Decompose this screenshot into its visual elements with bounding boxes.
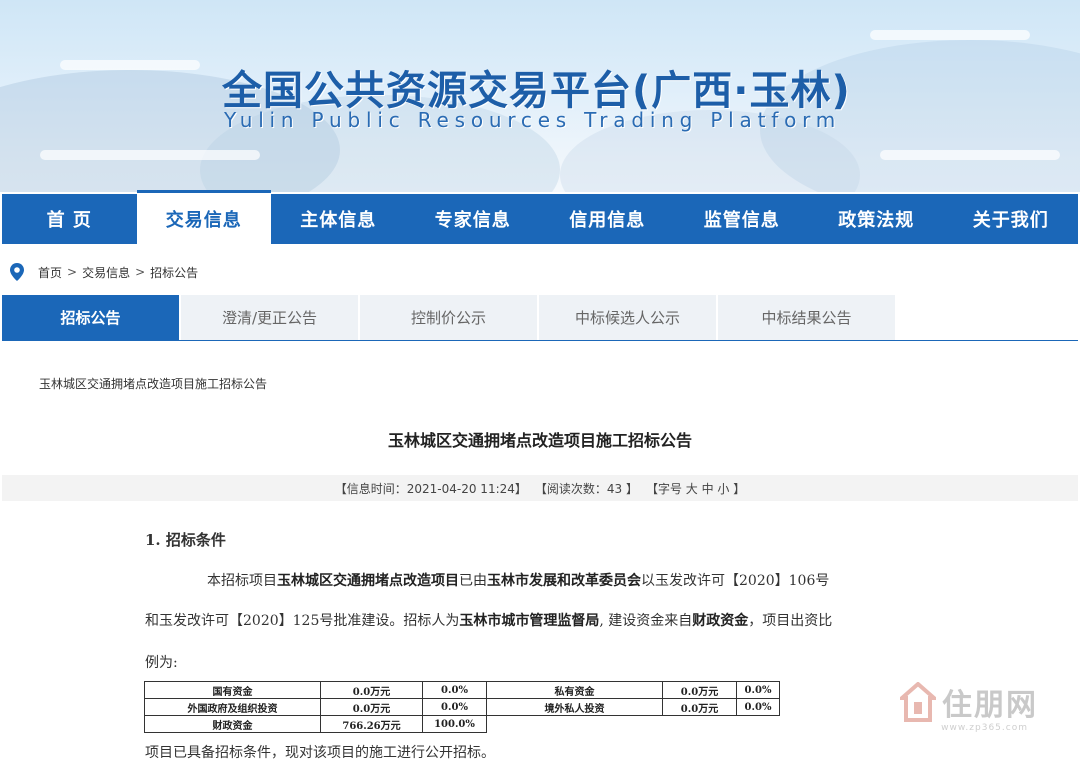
nav-item-home[interactable]: 首 页	[2, 194, 137, 244]
cloud-decoration	[40, 150, 260, 160]
category-tabs: 招标公告 澄清/更正公告 控制价公示 中标候选人公示 中标结果公告	[2, 295, 1078, 341]
paragraph: 项目已具备招标条件，现对该项目的施工进行公开招标。	[145, 745, 495, 761]
nav-item-credit-info[interactable]: 信用信息	[540, 194, 675, 244]
table-cell-empty	[487, 716, 663, 733]
article-views: 【阅读次数：43 】	[534, 481, 638, 496]
table-cell: 财政资金	[144, 715, 321, 733]
nav-item-policy[interactable]: 政策法规	[809, 194, 944, 244]
watermark-text: 住朋网	[942, 688, 1038, 723]
paragraph: 例为:	[145, 655, 178, 671]
font-size-switcher[interactable]: 【字号 大 中 小 】	[646, 480, 745, 497]
cloud-decoration	[870, 30, 1030, 40]
para-text: 和玉发改许可【2020】125号批准建设。招标人为	[145, 613, 460, 629]
breadcrumb: 首页 > 交易信息 > 招标公告	[10, 261, 198, 283]
table-cell: 0.0万元	[320, 681, 423, 699]
article-time: 【信息时间：2021-04-20 11:24】	[334, 481, 527, 496]
table-cell: 0.0万元	[662, 681, 737, 699]
table-row: 国有资金 0.0万元 0.0% 私有资金 0.0万元 0.0%	[144, 681, 780, 699]
tab-award-result[interactable]: 中标结果公告	[718, 295, 895, 340]
table-cell: 0.0万元	[320, 698, 423, 716]
main-nav: 首 页 交易信息 主体信息 专家信息 信用信息 监管信息 政策法规 关于我们	[2, 190, 1079, 244]
paragraph: 本招标项目玉林城区交通拥堵点改造项目已由玉林市发展和改革委员会以玉发改许可【20…	[145, 570, 945, 590]
tab-tender-notice[interactable]: 招标公告	[2, 295, 179, 340]
tab-control-price[interactable]: 控制价公示	[360, 295, 537, 340]
location-pin-icon	[10, 263, 24, 281]
table-cell: 0.0%	[422, 698, 487, 716]
para-text: ，项目出资比	[748, 613, 833, 629]
nav-item-about[interactable]: 关于我们	[944, 194, 1079, 244]
table-cell: 境外私人投资	[486, 698, 663, 716]
nav-item-supervision-info[interactable]: 监管信息	[675, 194, 810, 244]
table-cell-empty	[663, 716, 737, 733]
fund-table: 国有资金 0.0万元 0.0% 私有资金 0.0万元 0.0% 外国政府及组织投…	[144, 681, 780, 733]
article-meta-bar: 【信息时间：2021-04-20 11:24】 【阅读次数：43 】 【字号 大…	[2, 475, 1078, 501]
table-cell: 0.0%	[422, 681, 487, 699]
site-banner: 全国公共资源交易平台(广西·玉林) Yulin Public Resources…	[0, 0, 1080, 192]
nav-item-trade-info[interactable]: 交易信息	[136, 190, 271, 244]
cloud-decoration	[880, 150, 1060, 160]
table-cell: 0.0%	[736, 681, 780, 699]
para-text: 已由	[459, 573, 487, 589]
tab-candidate-notice[interactable]: 中标候选人公示	[539, 295, 716, 340]
table-row: 外国政府及组织投资 0.0万元 0.0% 境外私人投资 0.0万元 0.0%	[144, 698, 780, 716]
para-text: , 建设资金来自	[599, 613, 693, 629]
para-bold: 玉林市城市管理监督局	[459, 613, 600, 629]
table-cell: 私有资金	[486, 681, 663, 699]
table-cell: 100.0%	[422, 715, 487, 733]
section-heading: 1. 招标条件	[145, 531, 226, 549]
table-cell: 外国政府及组织投资	[144, 698, 321, 716]
nav-item-entity-info[interactable]: 主体信息	[271, 194, 406, 244]
para-bold: 玉林市发展和改革委员会	[487, 573, 641, 589]
para-bold: 玉林城区交通拥堵点改造项目	[277, 573, 459, 589]
table-cell: 0.0%	[736, 698, 780, 716]
breadcrumb-home[interactable]: 首页	[38, 264, 62, 281]
table-row: 财政资金 766.26万元 100.0%	[144, 715, 780, 733]
para-text: 本招标项目	[207, 573, 277, 589]
table-cell-empty	[737, 716, 780, 733]
cloud-decoration	[60, 60, 200, 70]
breadcrumb-trade-info[interactable]: 交易信息	[82, 264, 130, 281]
tab-clarification[interactable]: 澄清/更正公告	[181, 295, 358, 340]
house-logo-icon	[896, 681, 940, 722]
paragraph: 和玉发改许可【2020】125号批准建设。招标人为玉林市城市管理监督局, 建设资…	[145, 610, 945, 630]
table-cell: 国有资金	[144, 681, 321, 699]
breadcrumb-separator: >	[135, 265, 146, 279]
article-title: 玉林城区交通拥堵点改造项目施工招标公告	[387, 431, 692, 450]
article-list-label: 玉林城区交通拥堵点改造项目施工招标公告	[39, 377, 268, 391]
breadcrumb-separator: >	[67, 265, 78, 279]
nav-item-expert-info[interactable]: 专家信息	[406, 194, 541, 244]
watermark-logo: 住朋网	[896, 680, 1038, 724]
table-cell: 0.0万元	[662, 698, 737, 716]
table-cell: 766.26万元	[320, 715, 423, 733]
para-bold: 财政资金	[692, 613, 749, 629]
site-subtitle: Yulin Public Resources Trading Platform	[224, 108, 842, 132]
watermark-url: www.zp365.com	[941, 723, 1028, 733]
breadcrumb-current[interactable]: 招标公告	[150, 264, 198, 281]
para-text: 以玉发改许可【2020】106号	[641, 573, 830, 589]
